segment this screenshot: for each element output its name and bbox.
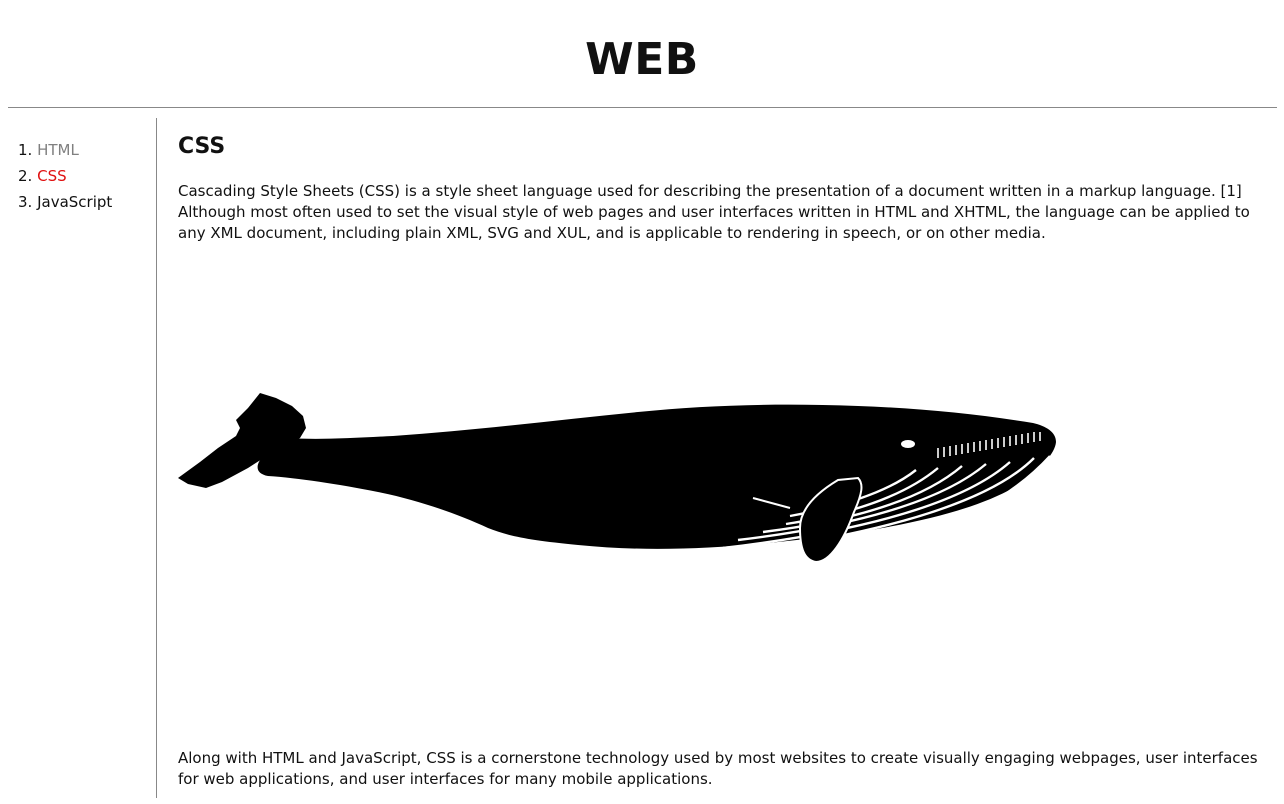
nav-item-html: 1. HTML xyxy=(18,137,112,163)
page: WEB 1. HTML 2. CSS 3. JavaScript CSS Cas… xyxy=(0,0,1284,804)
article-paragraph-2: Along with HTML and JavaScript, CSS is a… xyxy=(178,749,1258,788)
nav-link-html[interactable]: HTML xyxy=(37,141,79,159)
nav-link-css[interactable]: CSS xyxy=(37,167,67,185)
header-divider xyxy=(8,107,1277,108)
nav-item-number: 1. xyxy=(18,141,33,159)
nav-list: 1. HTML 2. CSS 3. JavaScript xyxy=(18,137,112,215)
nav-item-number: 2. xyxy=(18,167,33,185)
nav-item-css: 2. CSS xyxy=(18,163,112,189)
article-paragraph-1: Cascading Style Sheets (CSS) is a style … xyxy=(178,182,1250,242)
site-title[interactable]: WEB xyxy=(0,30,1284,90)
nav-link-javascript[interactable]: JavaScript xyxy=(37,193,112,211)
main-content: CSS Cascading Style Sheets (CSS) is a st… xyxy=(178,118,1268,804)
nav-item-number: 3. xyxy=(18,193,33,211)
nav-item-javascript: 3. JavaScript xyxy=(18,189,112,215)
sidebar: 1. HTML 2. CSS 3. JavaScript xyxy=(8,118,157,798)
whale-silhouette-icon xyxy=(178,393,1056,564)
article-title: CSS xyxy=(178,134,226,159)
